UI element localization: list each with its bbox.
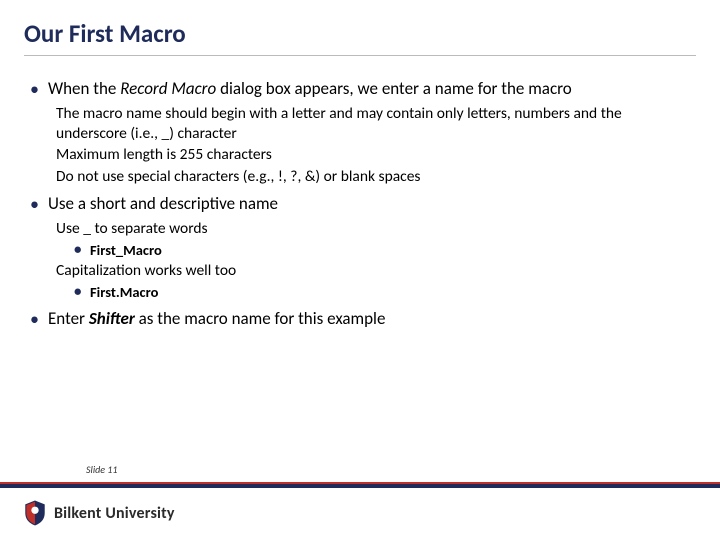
bullet-1-text-pre: When the bbox=[48, 78, 120, 99]
footer-logo-area: Bilkent University bbox=[24, 500, 175, 526]
bullet-1-sub-2: Maximum length is 255 characters bbox=[56, 145, 696, 165]
bullet-1-sublist: The macro name should begin with a lette… bbox=[56, 104, 696, 187]
bullet-3-text-post: as the macro name for this example bbox=[135, 308, 386, 329]
university-crest-icon bbox=[24, 500, 46, 526]
bullet-2-sub-1-examples: First_Macro bbox=[74, 241, 696, 260]
bullet-1-text-post: dialog box appears, we enter a name for … bbox=[216, 78, 572, 99]
example-first-macro-underscore: First_Macro bbox=[74, 241, 696, 260]
bullet-2-sub-2: Capitalization works well too First.Macr… bbox=[56, 261, 696, 301]
bullet-2-sublist: Use _ to separate words First_Macro Capi… bbox=[56, 219, 696, 302]
footer-accent-bar bbox=[0, 482, 720, 488]
university-name: Bilkent University bbox=[54, 504, 175, 523]
bullet-1-sub-3: Do not use special characters (e.g., !, … bbox=[56, 167, 696, 187]
bullet-1-emphasis: Record Macro bbox=[120, 78, 216, 99]
bullet-1: When the Record Macro dialog box appears… bbox=[24, 78, 696, 187]
bullet-2-sub-1-text: Use _ to separate words bbox=[56, 219, 208, 238]
bullet-1-sub-1: The macro name should begin with a lette… bbox=[56, 104, 696, 144]
example-first-macro-caps: First.Macro bbox=[74, 283, 696, 302]
bullet-2-sub-2-text: Capitalization works well too bbox=[56, 261, 236, 280]
bullet-3-emphasis: Shifter bbox=[89, 308, 135, 329]
bullet-3-text-pre: Enter bbox=[48, 308, 89, 329]
slide: Our First Macro When the Record Macro di… bbox=[0, 0, 720, 540]
slide-number: Slide 11 bbox=[86, 463, 117, 476]
slide-body: When the Record Macro dialog box appears… bbox=[24, 78, 696, 329]
bullet-3: Enter Shifter as the macro name for this… bbox=[24, 308, 696, 330]
bullet-2: Use a short and descriptive name Use _ t… bbox=[24, 193, 696, 302]
bullet-2-sub-1: Use _ to separate words First_Macro bbox=[56, 219, 696, 259]
slide-title: Our First Macro bbox=[24, 18, 696, 56]
bullet-2-text: Use a short and descriptive name bbox=[48, 193, 278, 214]
bullet-list: When the Record Macro dialog box appears… bbox=[24, 78, 696, 329]
bullet-2-sub-2-examples: First.Macro bbox=[74, 283, 696, 302]
